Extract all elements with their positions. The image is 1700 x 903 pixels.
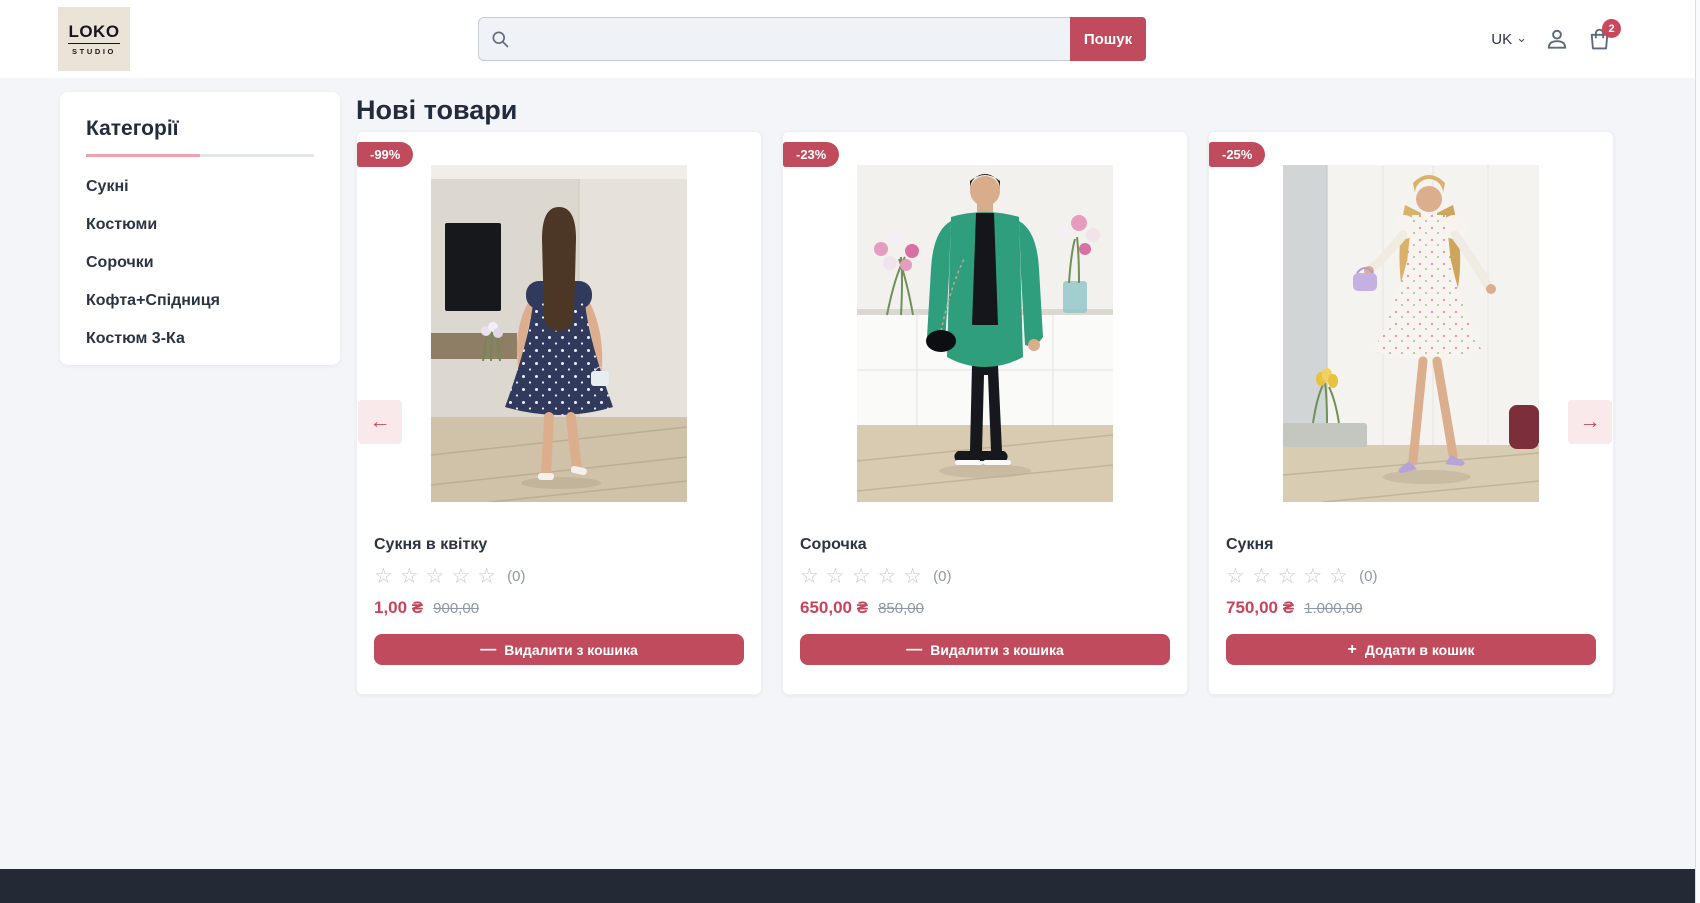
remove-from-cart-button[interactable]: — Видалити з кошика: [374, 634, 744, 665]
price-row: 650,00 ₴ 850,00: [800, 598, 1170, 618]
search-button[interactable]: Пошук: [1070, 17, 1146, 61]
minus-icon: —: [480, 642, 496, 658]
categories-panel: Категорії Сукні Костюми Сорочки Кофта+Сп…: [60, 92, 340, 365]
carousel-next-button[interactable]: →: [1568, 400, 1612, 444]
star-icons: ☆☆☆☆☆: [800, 566, 929, 587]
sidebar-item-sukni[interactable]: Сукні: [86, 178, 314, 196]
header-actions: UK ⌄ 2: [1491, 0, 1612, 78]
sidebar-item-kostium-3ka[interactable]: Костюм 3-Ка: [86, 330, 314, 348]
discount-badge: -25%: [1209, 142, 1265, 167]
search-box: [478, 17, 1070, 61]
footer: [0, 869, 1700, 903]
search-input[interactable]: [510, 18, 1070, 60]
user-icon: [1544, 26, 1570, 52]
cart-button-label: Додати в кошик: [1365, 642, 1475, 658]
product-carousel: -99%: [356, 131, 1614, 695]
rating-count: (0): [507, 568, 525, 585]
product-title[interactable]: Сукня в квітку: [374, 536, 744, 554]
product-photo-dress-polka[interactable]: [431, 165, 687, 502]
add-to-cart-button[interactable]: + Додати в кошик: [1226, 634, 1596, 665]
header: LOKO STUDIO Пошук UK ⌄ 2: [0, 0, 1700, 78]
sidebar-item-kofta-spidnytsia[interactable]: Кофта+Спідниця: [86, 292, 314, 310]
price-row: 1,00 ₴ 900,00: [374, 598, 744, 618]
plus-icon: +: [1347, 642, 1356, 658]
title-underline: [86, 154, 314, 157]
cart-button-label: Видалити з кошика: [930, 642, 1064, 658]
logo[interactable]: LOKO STUDIO: [58, 7, 130, 71]
star-icons: ☆☆☆☆☆: [1226, 566, 1355, 587]
product-card: -25%: [1208, 131, 1614, 695]
price-old: 900,00: [433, 600, 479, 617]
price-current: 1,00 ₴: [374, 598, 423, 618]
product-info: Сукня в квітку ☆☆☆☆☆ (0) 1,00 ₴ 900,00 —…: [357, 536, 761, 665]
cart-button-label: Видалити з кошика: [504, 642, 638, 658]
discount-badge: -99%: [357, 142, 413, 167]
product-card: -23%: [782, 131, 1188, 695]
remove-from-cart-button[interactable]: — Видалити з кошика: [800, 634, 1170, 665]
star-rating: ☆☆☆☆☆ (0): [800, 566, 1170, 587]
logo-subtitle: STUDIO: [72, 47, 116, 56]
price-row: 750,00 ₴ 1.000,00: [1226, 598, 1596, 618]
price-current: 650,00 ₴: [800, 598, 868, 618]
cart-count-badge: 2: [1602, 19, 1621, 38]
product-title[interactable]: Сорочка: [800, 536, 1170, 554]
star-rating: ☆☆☆☆☆ (0): [374, 566, 744, 587]
language-label: UK: [1491, 31, 1512, 48]
product-photo-white-dress[interactable]: [1283, 165, 1539, 502]
product-info: Сорочка ☆☆☆☆☆ (0) 650,00 ₴ 850,00 — Вида…: [783, 536, 1187, 665]
language-selector[interactable]: UK ⌄: [1491, 31, 1527, 48]
sidebar-item-kostiumy[interactable]: Костюми: [86, 216, 314, 234]
rating-count: (0): [1359, 568, 1377, 585]
minus-icon: —: [906, 642, 922, 658]
star-icons: ☆☆☆☆☆: [374, 566, 503, 587]
cart-button[interactable]: 2: [1587, 26, 1612, 52]
carousel-prev-button[interactable]: ←: [358, 400, 402, 444]
discount-badge: -23%: [783, 142, 839, 167]
star-rating: ☆☆☆☆☆ (0): [1226, 566, 1596, 587]
chevron-down-icon: ⌄: [1516, 31, 1527, 44]
scrollbar[interactable]: [1695, 0, 1700, 903]
price-current: 750,00 ₴: [1226, 598, 1294, 618]
categories-title: Категорії: [86, 117, 314, 141]
arrow-left-icon: ←: [370, 410, 391, 434]
product-card: -99%: [356, 131, 762, 695]
rating-count: (0): [933, 568, 951, 585]
page-title: Нові товари: [356, 95, 517, 126]
search-form: Пошук: [478, 17, 1146, 61]
sidebar-item-sorochky[interactable]: Сорочки: [86, 254, 314, 272]
product-title[interactable]: Сукня: [1226, 536, 1596, 554]
search-icon: [490, 29, 510, 49]
price-old: 850,00: [878, 600, 924, 617]
product-info: Сукня ☆☆☆☆☆ (0) 750,00 ₴ 1.000,00 + Дода…: [1209, 536, 1613, 665]
price-old: 1.000,00: [1304, 600, 1362, 617]
account-button[interactable]: [1544, 26, 1570, 52]
arrow-right-icon: →: [1580, 410, 1601, 434]
product-photo-green-shirt[interactable]: [857, 165, 1113, 502]
logo-title: LOKO: [68, 22, 119, 44]
